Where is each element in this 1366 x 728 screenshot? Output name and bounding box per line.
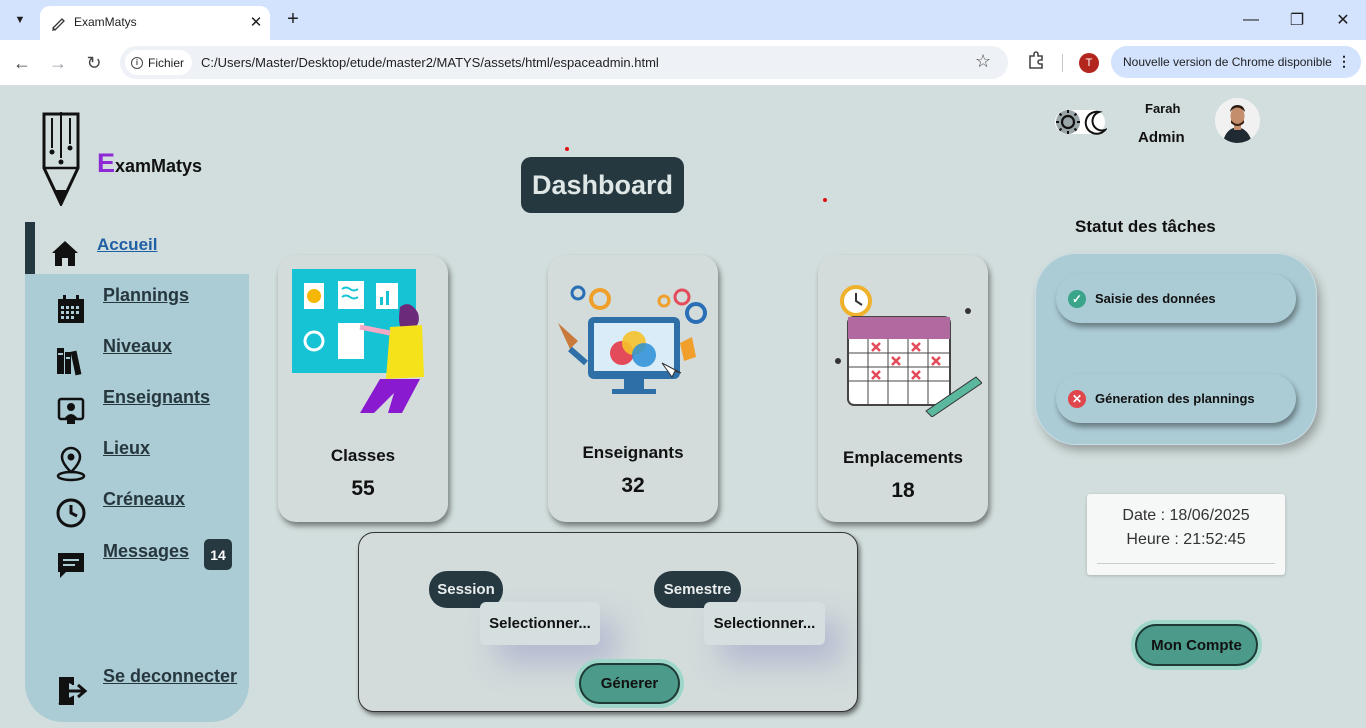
forward-icon[interactable]: → bbox=[46, 51, 70, 75]
card-title: Classes bbox=[330, 446, 396, 465]
sidebar-item-creneaux[interactable]: Créneaux bbox=[55, 489, 245, 529]
task-item: ✓ Saisie des données bbox=[1056, 274, 1296, 323]
card-count: 18 bbox=[891, 479, 915, 502]
task-label: Géneration des plannings bbox=[1095, 391, 1255, 406]
session-select[interactable]: Selectionner... bbox=[480, 602, 600, 645]
page-title: Dashboard bbox=[521, 157, 684, 213]
decor-dot bbox=[823, 198, 827, 202]
sidebar-item-label: Enseignants bbox=[103, 387, 211, 407]
user-role: Admin bbox=[1138, 129, 1185, 146]
sidebar-item-label: Créneaux bbox=[103, 489, 186, 509]
address-bar[interactable]: i Fichier C:/Users/Master/Desktop/etude/m… bbox=[120, 46, 1008, 79]
update-label: Nouvelle version de Chrome disponible bbox=[1123, 55, 1332, 69]
tab-close-icon[interactable]: ✕ bbox=[246, 12, 266, 32]
window-close-icon[interactable]: ✕ bbox=[1328, 8, 1358, 32]
generate-button[interactable]: Génerer bbox=[579, 663, 680, 704]
card-enseignants[interactable]: Enseignants 32 bbox=[548, 255, 718, 522]
sidebar-item-label: Accueil bbox=[97, 235, 158, 254]
profile-avatar[interactable]: T bbox=[1079, 53, 1099, 73]
current-date: Date : 18/06/2025 bbox=[1122, 507, 1250, 524]
clock-icon bbox=[56, 498, 86, 528]
card-count: 32 bbox=[621, 474, 645, 497]
location-pin-icon bbox=[56, 446, 86, 482]
sidebar-item-niveaux[interactable]: Niveaux bbox=[55, 336, 245, 376]
sidebar-item-lieux[interactable]: Lieux bbox=[55, 438, 245, 482]
extensions-icon[interactable] bbox=[1026, 50, 1046, 70]
user-avatar[interactable] bbox=[1215, 98, 1260, 143]
tab-title: ExamMatys bbox=[74, 15, 137, 29]
calendar-icon bbox=[58, 295, 84, 323]
task-item: ✕ Géneration des plannings bbox=[1056, 374, 1296, 423]
user-name: Farah bbox=[1145, 101, 1181, 116]
back-icon[interactable]: ← bbox=[10, 51, 34, 75]
task-status-title: Statut des tâches bbox=[1075, 217, 1216, 236]
logout-button[interactable]: Se deconnecter bbox=[55, 666, 245, 706]
tab-search-icon[interactable]: ▼ bbox=[8, 8, 32, 32]
theme-toggle[interactable] bbox=[1055, 108, 1107, 136]
chrome-update-button[interactable]: Nouvelle version de Chrome disponible ⋮ bbox=[1111, 46, 1361, 78]
reload-icon[interactable]: ↻ bbox=[82, 51, 106, 75]
teacher-icon bbox=[57, 397, 85, 424]
card-title: Emplacements bbox=[843, 448, 963, 467]
sidebar-item-label: Niveaux bbox=[103, 336, 173, 356]
sidebar-item-plannings[interactable]: Plannings bbox=[55, 285, 245, 325]
decor-dot bbox=[565, 147, 569, 151]
sidebar-item-label: Plannings bbox=[103, 285, 190, 305]
error-icon: ✕ bbox=[1068, 389, 1086, 408]
site-info-label: Fichier bbox=[148, 55, 185, 70]
toolbar-divider bbox=[1062, 54, 1063, 72]
sidebar-item-label: Se deconnecter bbox=[103, 666, 238, 686]
emplacements-illustration bbox=[835, 285, 982, 417]
enseignants-illustration bbox=[558, 285, 707, 394]
more-menu-icon[interactable]: ⋮ bbox=[1337, 53, 1351, 70]
sidebar-item-label: Messages bbox=[103, 541, 190, 561]
url-text[interactable]: C:/Users/Master/Desktop/etude/master2/MA… bbox=[201, 55, 659, 70]
my-account-button[interactable]: Mon Compte bbox=[1135, 624, 1258, 666]
message-icon bbox=[58, 553, 84, 578]
restore-icon[interactable]: ❐ bbox=[1282, 8, 1312, 32]
books-icon bbox=[57, 348, 82, 376]
pencil-favicon-icon bbox=[52, 18, 65, 31]
minimize-icon[interactable]: — bbox=[1236, 8, 1266, 32]
card-classes[interactable]: Classes 55 bbox=[278, 255, 448, 522]
sidebar-item-label: Lieux bbox=[103, 438, 151, 458]
current-time: Heure : 21:52:45 bbox=[1126, 531, 1246, 548]
sidebar-active-indicator bbox=[25, 222, 35, 274]
sidebar-item-enseignants[interactable]: Enseignants bbox=[55, 387, 245, 427]
pencil-logo-icon bbox=[42, 112, 80, 206]
semester-select[interactable]: Selectionner... bbox=[704, 602, 825, 645]
messages-count-badge: 14 bbox=[204, 539, 232, 570]
bookmark-star-icon[interactable]: ☆ bbox=[975, 51, 991, 72]
browser-tab-bar: ▼ ExamMatys ✕ + — ❐ ✕ bbox=[0, 0, 1366, 40]
info-icon: i bbox=[131, 56, 143, 69]
browser-tab[interactable]: ExamMatys ✕ bbox=[40, 6, 270, 40]
check-icon: ✓ bbox=[1068, 289, 1086, 308]
new-tab-icon[interactable]: + bbox=[282, 8, 304, 30]
logout-icon bbox=[58, 677, 88, 705]
task-label: Saisie des données bbox=[1095, 291, 1216, 306]
card-title: Enseignants bbox=[582, 443, 684, 462]
datetime-panel: Date : 18/06/2025 Heure : 21:52:45 bbox=[1087, 494, 1285, 575]
home-icon bbox=[52, 241, 78, 266]
site-info-chip[interactable]: i Fichier bbox=[125, 50, 192, 75]
divider bbox=[1097, 563, 1275, 564]
card-emplacements[interactable]: Emplacements 18 bbox=[818, 255, 988, 522]
sidebar-item-accueil[interactable]: Accueil bbox=[50, 234, 240, 274]
card-count: 55 bbox=[351, 477, 375, 500]
brand-name: ExamMatys bbox=[97, 148, 203, 178]
classes-illustration bbox=[292, 269, 424, 413]
